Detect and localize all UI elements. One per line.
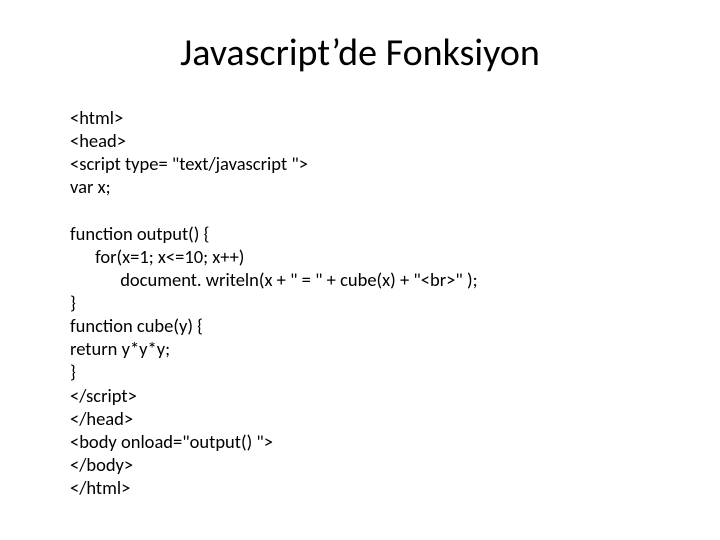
slide: Javascript’de Fonksiyon <html> <head> <s… [0,0,720,540]
slide-title: Javascript’de Fonksiyon [60,30,660,76]
code-block: <html> <head> <script type= "text/javasc… [70,106,660,499]
